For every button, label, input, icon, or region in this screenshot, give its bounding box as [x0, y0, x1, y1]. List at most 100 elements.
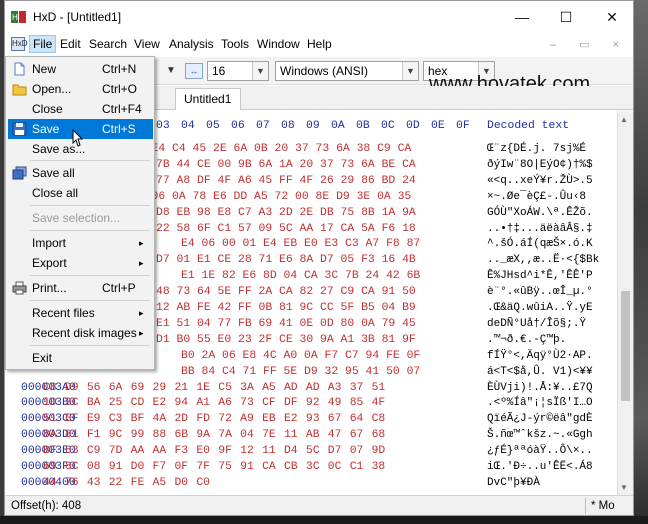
row-decoded-text[interactable]: á<T<$å,Û. V1)<¥¥ [487, 366, 593, 378]
row-hex-bytes[interactable]: 12 AB FE 42 FF 0B 81 9C CC 5F B5 04 B9 [156, 302, 416, 314]
menu-analysis[interactable]: Analysis [166, 35, 217, 53]
scrollbar-thumb[interactable] [621, 291, 630, 401]
menu-item-label: Print... [32, 281, 67, 295]
hex-row[interactable]: 000003A0 C8 D9 56 6A 69 29 21 1E C5 3A A5… [5, 382, 615, 398]
hex-row[interactable]: 000003D0 8A 81 F1 9C 99 88 6B 9A 7A 04 7E… [5, 429, 615, 445]
charset-select[interactable]: Windows (ANSI) ▼ [275, 61, 419, 81]
menu-item-label: Export [32, 256, 67, 270]
row-decoded-text[interactable]: QïéÃ¿J-ýr©ëâ"gdÈ [487, 413, 593, 425]
row-hex-bytes[interactable]: 77 A8 DF 4F A6 45 FF 4F 26 29 86 BD 24 [156, 175, 416, 187]
open-folder-icon [12, 84, 27, 96]
column-header-cell: 06 [231, 120, 245, 132]
row-hex-bytes[interactable]: 8A 81 F1 9C 99 88 6B 9A 7A 04 7E 11 AB 4… [43, 429, 385, 441]
chevron-down-icon[interactable]: ▼ [402, 62, 418, 80]
bytes-per-row-select[interactable]: 16 ▼ [207, 61, 269, 81]
row-hex-bytes[interactable]: 69 8C 08 91 D0 F7 0F 7F 75 91 CA CB 3C 0… [43, 461, 385, 473]
row-decoded-text[interactable]: Š.ñœ™ˆkšz.~.«Ggh [487, 429, 593, 441]
menu-item-open[interactable]: Open... Ctrl+O [8, 79, 153, 99]
menu-file[interactable]: File [29, 35, 57, 53]
row-hex-bytes[interactable]: 7B 44 CE 00 9B 6A 1A 20 37 73 6A BE CA [156, 159, 416, 171]
row-decoded-text[interactable]: ^.šÓ.áÍ(qæŠ×.ó.K [487, 238, 593, 250]
row-decoded-text[interactable]: Œ¨z{DÉ.j. 7sj%É [487, 143, 586, 155]
hex-row[interactable]: 000003C0 51 EF E9 C3 BF 4A 2D FD 72 A9 EB… [5, 413, 615, 429]
menu-item-recent-disk-images[interactable]: Recent disk images ▸ [8, 323, 153, 343]
chevron-down-icon[interactable]: ▼ [163, 63, 179, 79]
hex-row[interactable]: 000003E0 BF 83 C9 7D AA AA F3 E0 9F 12 11… [5, 445, 615, 461]
mdi-window-controls[interactable]: – ▭ × [550, 38, 629, 51]
desktop-bottom-edge [0, 516, 648, 524]
bytes-per-row-icon: ↔ [185, 63, 203, 79]
row-hex-bytes[interactable]: 51 EF E9 C3 BF 4A 2D FD 72 A9 EB E2 93 6… [43, 413, 385, 425]
row-decoded-text[interactable]: Ê%JHsd^i*Ê,'ÊÊ'P [487, 270, 593, 282]
row-decoded-text[interactable]: deDÑ°Uå†/Îõ§;.Ÿ [487, 318, 586, 330]
row-decoded-text[interactable]: .<º%Íâ"¡¦sÏß'I…O [487, 397, 593, 409]
row-hex-bytes[interactable]: 35 E4 C4 45 2E 6A 0B 20 37 73 6A 38 C9 C… [131, 143, 411, 155]
new-file-icon [14, 62, 25, 76]
title-bar[interactable]: H HxD - [Untitled1] — ☐ ✕ [5, 1, 633, 33]
row-decoded-text[interactable]: .._æX,,æ..Ë·<{$Bk [487, 254, 599, 266]
menu-separator [30, 345, 150, 346]
hex-row[interactable]: 000003B0 1D 3C BA 25 CD E2 94 A1 A6 73 CF… [5, 397, 615, 413]
tab-untitled1[interactable]: Untitled1 [175, 88, 241, 110]
menu-item-new[interactable]: New Ctrl+N [8, 59, 153, 79]
row-hex-bytes[interactable]: 48 73 64 5E FF 2A CA 82 27 C9 CA 91 50 [156, 286, 416, 298]
column-header-cell: 0D [406, 120, 420, 132]
menu-tools[interactable]: Tools [218, 35, 252, 53]
row-decoded-text[interactable]: .™¬ð.€.-Ç™þ. [487, 334, 566, 346]
chevron-down-icon[interactable]: ▼ [252, 62, 268, 80]
menu-item-close[interactable]: Close Ctrl+F4 [8, 99, 153, 119]
row-hex-bytes[interactable]: 22 58 6F C1 57 09 5C AA 17 CA 5A F6 18 [156, 223, 416, 235]
menu-edit[interactable]: Edit [57, 35, 84, 53]
minimize-button[interactable]: — [499, 1, 545, 33]
menu-window[interactable]: Window [254, 35, 303, 53]
printer-icon [12, 281, 27, 295]
menu-help[interactable]: Help [304, 35, 335, 53]
menu-item-recent-files[interactable]: Recent files ▸ [8, 303, 153, 323]
column-header-cell: 0E [431, 120, 445, 132]
row-decoded-text[interactable]: ðýIw¨8O|EýO¢)†%$ [487, 159, 593, 171]
hex-row[interactable]: 000003F0 69 8C 08 91 D0 F7 0F 7F 75 91 CA… [5, 461, 615, 477]
document-system-icon[interactable]: HxD [11, 37, 28, 51]
row-hex-bytes[interactable]: E1 1E 82 E6 8D 04 CA 3C 7B 24 42 6B [181, 270, 420, 282]
row-hex-bytes[interactable]: 44 76 43 22 FE A5 D0 C0 [43, 477, 210, 489]
row-hex-bytes[interactable]: E4 06 00 01 E4 EB E0 E3 C3 A7 F8 87 [181, 238, 420, 250]
row-hex-bytes[interactable]: BF 83 C9 7D AA AA F3 E0 9F 12 11 D4 5C D… [43, 445, 385, 457]
scroll-down-icon[interactable]: ▼ [620, 483, 628, 492]
column-header-cell: 05 [206, 120, 220, 132]
row-decoded-text[interactable]: DvC"þ¥ÐÀ [487, 477, 540, 489]
menu-search[interactable]: Search [86, 35, 130, 53]
row-hex-bytes[interactable]: C8 D9 56 6A 69 29 21 1E C5 3A A5 AD AD A… [43, 382, 385, 394]
scroll-up-icon[interactable]: ▲ [620, 115, 628, 124]
row-decoded-text[interactable]: GÓÙ"XoÁW.\ª.ÊŽõ. [487, 207, 593, 219]
row-decoded-text[interactable]: iŒ.'Ð÷..u'ÊË<.Á8 [487, 461, 593, 473]
vertical-scrollbar[interactable]: ▲ ▼ [617, 111, 633, 495]
menu-separator [30, 300, 150, 301]
column-header-cell: 04 [181, 120, 195, 132]
row-hex-bytes[interactable]: BB 84 C4 71 FF 5E D9 32 95 41 50 07 [181, 366, 420, 378]
menu-item-import[interactable]: Import ▸ [8, 233, 153, 253]
row-hex-bytes[interactable]: 1D 3C BA 25 CD E2 94 A1 A6 73 CF DF 92 4… [43, 397, 385, 409]
row-hex-bytes[interactable]: 71 06 0A 78 E6 DD A5 72 00 8E D9 3E 0A 3… [131, 191, 411, 203]
row-decoded-text[interactable]: fÍŸ°<,Äqÿ°Ù2·AP. [487, 350, 593, 362]
row-decoded-text[interactable]: ×~.Øe¯èÇ£-.Ûu‹8 [487, 191, 586, 203]
row-hex-bytes[interactable]: B0 2A 06 E8 4C A0 0A F7 C7 94 FE 0F [181, 350, 420, 362]
row-hex-bytes[interactable]: D1 B0 55 E0 23 2F CE 30 9A A1 3B 81 9F [156, 334, 416, 346]
menu-item-save-all[interactable]: Save all [8, 163, 153, 183]
row-decoded-text[interactable]: è¨°.«ûBÿ..œÎ_µ.° [487, 286, 593, 298]
row-decoded-text[interactable]: ÈÙVji)!.Å:¥..£7Q [487, 382, 593, 394]
maximize-button[interactable]: ☐ [543, 1, 589, 33]
row-hex-bytes[interactable]: D7 01 E1 CE 28 71 E6 8A D7 05 F3 16 4B [156, 254, 416, 266]
close-button[interactable]: ✕ [589, 1, 633, 33]
row-hex-bytes[interactable]: D8 EB 98 E8 C7 A3 2D 2E DB 75 8B 1A 9A [156, 207, 416, 219]
row-decoded-text[interactable]: ¿ƒÉ}ªªóàŸ..Ô\×.. [487, 445, 593, 457]
row-decoded-text[interactable]: .Œ&äQ.wûiA..Ÿ.yE [487, 302, 593, 314]
row-decoded-text[interactable]: ..•†‡...äëàâÂ§.‡ [487, 223, 593, 235]
menu-item-print[interactable]: Print... Ctrl+P [8, 278, 153, 298]
row-hex-bytes[interactable]: E1 51 04 77 FB 69 41 0E 0D 80 0A 79 45 [156, 318, 416, 330]
menu-item-exit[interactable]: Exit [8, 348, 153, 368]
menu-item-export[interactable]: Export ▸ [8, 253, 153, 273]
menu-view[interactable]: View [131, 35, 163, 53]
menu-item-close-all[interactable]: Close all [8, 183, 153, 203]
hex-row[interactable]: 00000400 44 76 43 22 FE A5 D0 C0 DvC"þ¥ÐÀ [5, 477, 615, 493]
row-decoded-text[interactable]: «<q..xeÝ¥r.ŽÙ>.5 [487, 175, 593, 187]
